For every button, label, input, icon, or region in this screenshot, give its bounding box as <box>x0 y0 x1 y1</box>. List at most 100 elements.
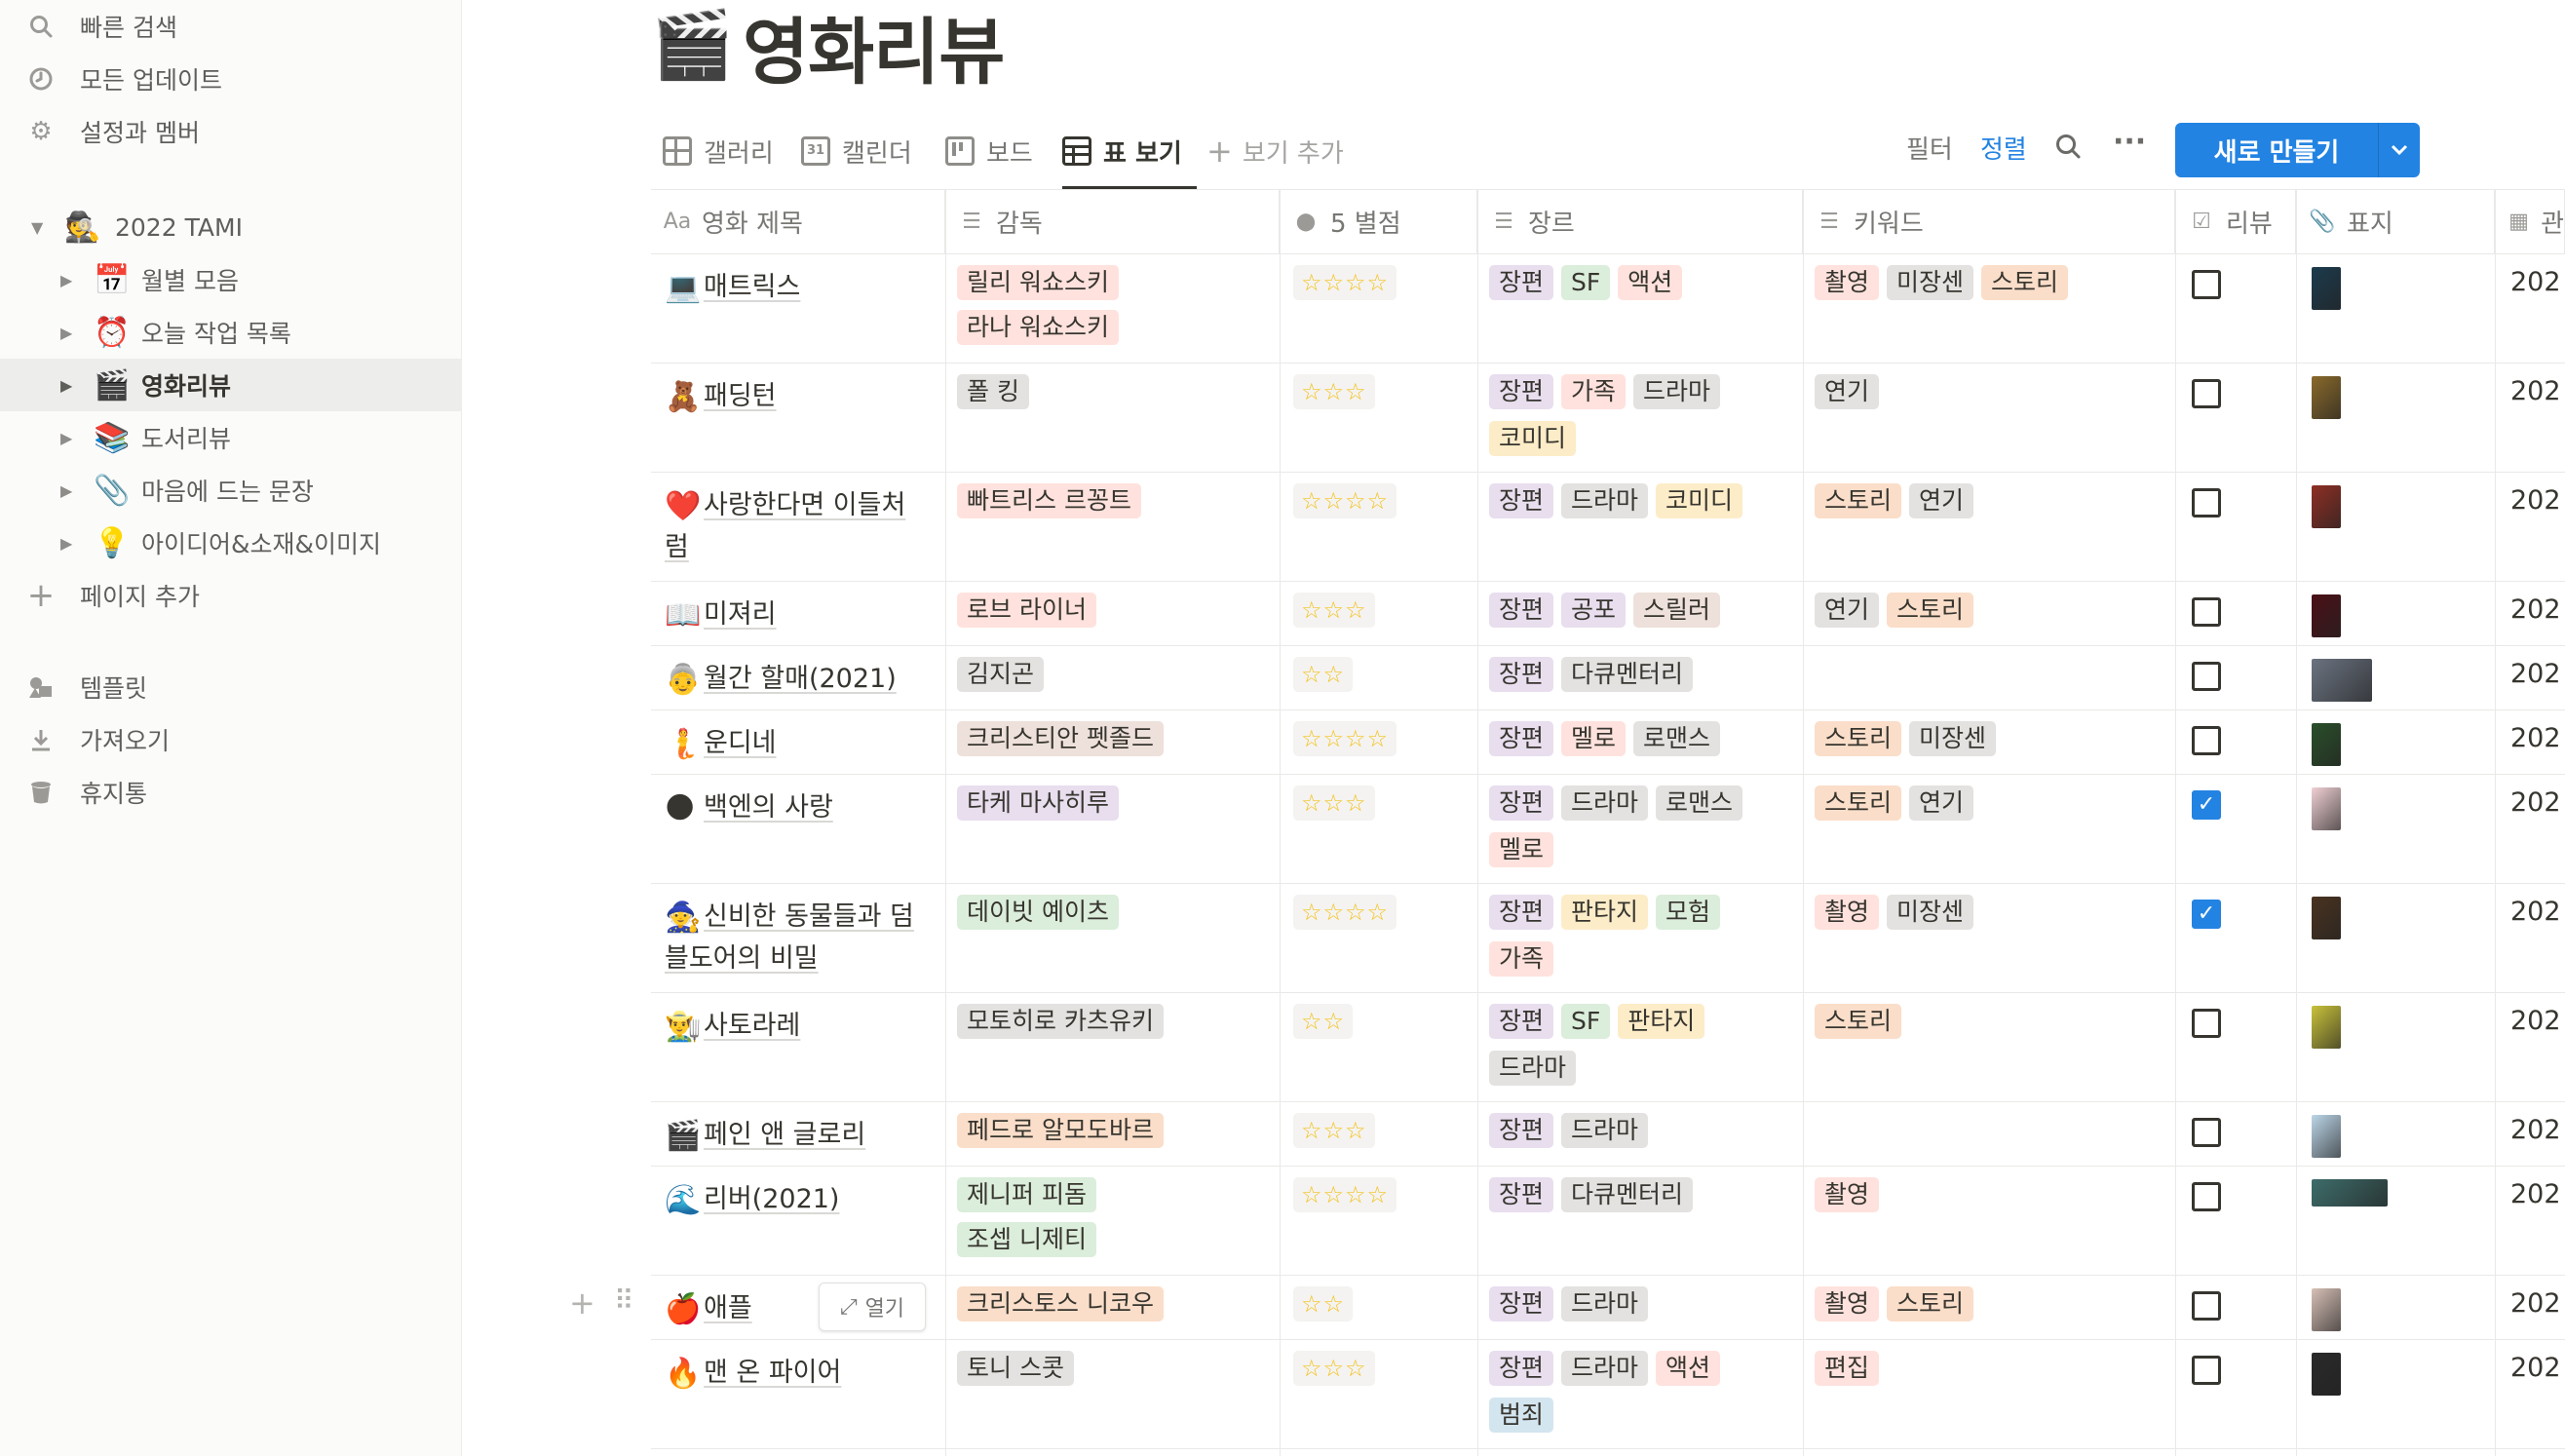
genre-cell[interactable]: 장편 다큐멘터리 <box>1489 1177 1795 1224</box>
new-button[interactable]: 새로 만들기 <box>2175 123 2378 177</box>
rating-cell[interactable]: ☆☆ <box>1293 1286 1354 1322</box>
more-options-icon[interactable]: ··· <box>2113 125 2146 159</box>
title-cell[interactable]: ❤️사랑한다면 이들처럼 <box>665 485 928 568</box>
cover-thumbnail[interactable] <box>2312 1115 2341 1158</box>
review-checkbox[interactable] <box>2192 488 2221 517</box>
director-cell[interactable]: 모토히로 카츠유키 <box>957 1004 1272 1049</box>
director-cell[interactable]: 빠트리스 르꽁트 <box>957 483 1272 528</box>
rating-cell[interactable]: ☆☆☆ <box>1293 374 1375 409</box>
keyword-cell[interactable]: 연기 <box>1815 374 2167 421</box>
cover-thumbnail[interactable] <box>2312 897 2341 939</box>
cover-thumbnail[interactable] <box>2312 485 2341 528</box>
rating-cell[interactable]: ☆☆☆☆ <box>1293 483 1397 518</box>
templates-button[interactable]: 템플릿 <box>0 661 461 713</box>
director-cell[interactable]: 데이빗 예이츠 <box>957 895 1272 939</box>
cover-thumbnail[interactable] <box>2312 659 2372 702</box>
caret-down-icon[interactable]: ▼ <box>31 218 43 237</box>
rating-cell[interactable]: ☆☆ <box>1293 657 1354 692</box>
date-cell[interactable]: 202 <box>2510 267 2561 297</box>
rating-cell[interactable]: ☆☆☆ <box>1293 593 1375 628</box>
date-cell[interactable]: 202 <box>2510 1288 2561 1319</box>
genre-cell[interactable]: 장편 드라마 액션범죄 <box>1489 1351 1795 1444</box>
date-cell[interactable]: 202 <box>2510 594 2561 625</box>
director-cell[interactable]: 크리스토스 니코우 <box>957 1286 1272 1331</box>
director-cell[interactable]: 제니퍼 피돔 조셉 니제티 <box>957 1177 1272 1267</box>
title-cell[interactable]: 💻매트릭스 <box>665 267 928 309</box>
page-title[interactable]: 영화리뷰 <box>743 0 1005 98</box>
genre-cell[interactable]: 장편 드라마 <box>1489 1286 1795 1333</box>
review-checkbox[interactable] <box>2192 270 2221 299</box>
quick-search-button[interactable]: 빠른 검색 <box>0 0 461 53</box>
director-cell[interactable]: 타케 마사히루 <box>957 785 1272 830</box>
title-cell[interactable]: 🎬페인 앤 글로리 <box>665 1115 928 1157</box>
title-cell[interactable]: 📖미져리 <box>665 594 928 636</box>
open-page-button[interactable]: ⤢ 열기 <box>819 1283 926 1331</box>
tab-board[interactable]: 보드 <box>945 130 1033 172</box>
sidebar-item-ideas[interactable]: ▶ 💡 아이디어&소재&이미지 <box>0 517 461 569</box>
director-cell[interactable]: 로브 라이너 <box>957 593 1272 637</box>
keyword-cell[interactable]: 편집 <box>1815 1351 2167 1398</box>
movie-title[interactable]: 패딩턴 <box>704 381 777 411</box>
add-row-icon[interactable]: + <box>569 1284 595 1322</box>
genre-cell[interactable]: 장편 판타지 모험가족 <box>1489 895 1795 988</box>
director-cell[interactable]: 김지곤 <box>957 657 1272 702</box>
movie-title[interactable]: 백엔의 사랑 <box>704 792 833 823</box>
cover-thumbnail[interactable] <box>2312 267 2341 310</box>
sidebar-item-book-review[interactable]: ▶ 📚 도서리뷰 <box>0 411 461 464</box>
sidebar-item-sentences[interactable]: ▶ 📎 마음에 드는 문장 <box>0 464 461 517</box>
review-checkbox[interactable]: ✓ <box>2192 790 2221 820</box>
filter-button[interactable]: 필터 <box>1906 130 1953 166</box>
movie-title[interactable]: 운디네 <box>704 728 777 758</box>
review-checkbox[interactable] <box>2192 726 2221 755</box>
title-cell[interactable]: 🧙신비한 동물들과 덤블도어의 비밀 <box>665 897 928 979</box>
review-checkbox[interactable] <box>2192 1356 2221 1385</box>
chevron-down-icon[interactable] <box>2378 123 2420 177</box>
review-checkbox[interactable] <box>2192 597 2221 627</box>
title-cell[interactable]: 🔥맨 온 파이어 <box>665 1353 928 1395</box>
movie-title[interactable]: 맨 온 파이어 <box>704 1358 841 1388</box>
caret-right-icon[interactable]: ▶ <box>60 324 72 342</box>
date-cell[interactable]: 202 <box>2510 723 2561 753</box>
genre-cell[interactable]: 장편 드라마 로맨스멜로 <box>1489 785 1795 879</box>
rating-cell[interactable]: ☆☆☆☆ <box>1293 721 1397 756</box>
movie-title[interactable]: 사토라레 <box>704 1011 800 1041</box>
cover-thumbnail[interactable] <box>2312 1006 2341 1049</box>
date-cell[interactable]: 202 <box>2510 1115 2561 1145</box>
import-button[interactable]: 가져오기 <box>0 713 461 766</box>
tab-table[interactable]: 표 보기 <box>1062 130 1182 172</box>
add-view-button[interactable]: + 보기 추가 <box>1206 130 1344 172</box>
movie-title[interactable]: 리버(2021) <box>704 1184 839 1214</box>
movie-title[interactable]: 매트릭스 <box>704 272 800 302</box>
keyword-cell[interactable]: 촬영 미장센 스토리 <box>1815 265 2167 312</box>
cover-thumbnail[interactable] <box>2312 723 2341 766</box>
keyword-cell[interactable]: 스토리 연기 <box>1815 483 2167 530</box>
cover-thumbnail[interactable] <box>2312 376 2341 419</box>
title-cell[interactable]: 👵월간 할매(2021) <box>665 659 928 701</box>
page-icon[interactable]: 🎬 <box>651 6 734 84</box>
rating-cell[interactable]: ☆☆☆☆ <box>1293 895 1397 930</box>
keyword-cell[interactable]: 촬영 <box>1815 1177 2167 1224</box>
keyword-cell[interactable]: 연기 스토리 <box>1815 593 2167 639</box>
date-cell[interactable]: 202 <box>2510 1179 2561 1209</box>
rating-cell[interactable]: ☆☆ <box>1293 1004 1354 1039</box>
title-cell[interactable]: 🌑 백엔의 사랑 <box>665 787 928 829</box>
date-column-header[interactable]: ▦ 관 <box>2495 189 2565 253</box>
tab-gallery[interactable]: 갤러리 <box>663 130 774 172</box>
cover-column-header[interactable]: 📎 표지 <box>2296 189 2495 253</box>
sidebar-item-monthly[interactable]: ▶ 📅 월별 모음 <box>0 253 461 306</box>
date-cell[interactable]: 202 <box>2510 1353 2561 1383</box>
title-column-header[interactable]: Aa 영화 제목 <box>651 189 945 253</box>
review-checkbox[interactable] <box>2192 1182 2221 1211</box>
movie-title[interactable]: 페인 앤 글로리 <box>704 1120 865 1150</box>
date-cell[interactable]: 202 <box>2510 376 2561 406</box>
director-cell[interactable]: 토니 스콧 <box>957 1351 1272 1396</box>
rating-cell[interactable]: ☆☆☆ <box>1293 1351 1375 1386</box>
movie-title[interactable]: 월간 할매(2021) <box>704 664 897 694</box>
settings-members-button[interactable]: ⚙ 설정과 멤버 <box>0 105 461 158</box>
review-checkbox[interactable] <box>2192 662 2221 691</box>
rating-cell[interactable]: ☆☆☆ <box>1293 785 1375 821</box>
director-column-header[interactable]: ☰ 감독 <box>945 189 1280 253</box>
movie-title[interactable]: 애플 <box>704 1293 752 1323</box>
rating-cell[interactable]: ☆☆☆ <box>1293 1113 1375 1148</box>
rating-cell[interactable]: ☆☆☆☆ <box>1293 1177 1397 1212</box>
